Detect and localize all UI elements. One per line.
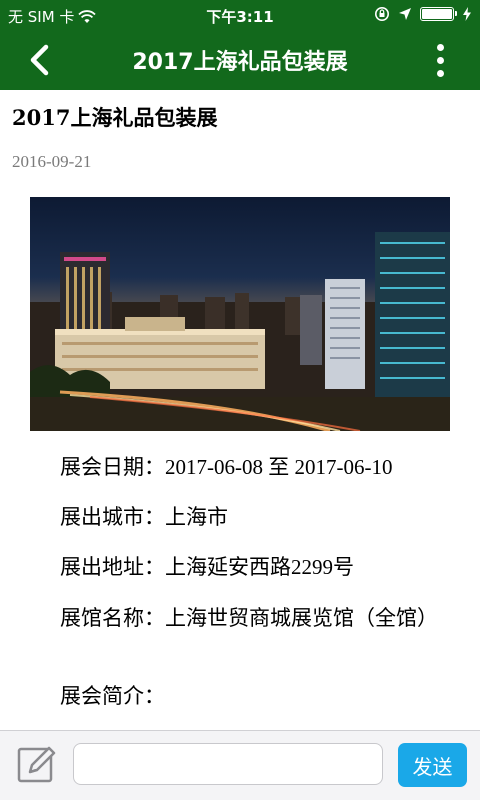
status-bar: 无 SIM 卡 下午3:11: [0, 0, 480, 30]
info-intro: 展会简介：: [60, 684, 165, 708]
article-content[interactable]: 2017上海礼品包装展 2016-09-21 展会日期：2017-06-08 至…: [0, 90, 480, 731]
more-dot-icon: [436, 69, 444, 77]
send-button[interactable]: 发送: [398, 743, 467, 787]
page-title: 2017上海礼品包装展: [132, 50, 348, 75]
info-date: 展会日期：2017-06-08 至 2017-06-10: [60, 455, 393, 479]
back-button[interactable]: [18, 38, 62, 82]
charging-icon: [463, 7, 471, 21]
status-right: [374, 6, 472, 22]
comment-bar: 发送: [0, 730, 480, 800]
comment-input[interactable]: [73, 743, 383, 785]
chevron-left-icon: [30, 44, 49, 76]
header: 无 SIM 卡 下午3:11 2017上海礼品包装展: [0, 0, 480, 90]
article-date: 2016-09-21: [12, 152, 92, 171]
article-image: [30, 197, 450, 431]
more-options-button[interactable]: [420, 40, 460, 80]
battery-icon: [420, 7, 457, 21]
compose-button[interactable]: [16, 744, 58, 786]
more-dot-icon: [436, 43, 444, 51]
info-venue: 展馆名称：上海世贸商城展览馆（全馆）: [60, 606, 438, 630]
city-night-image: [30, 197, 450, 431]
more-dot-icon: [436, 56, 444, 64]
nav-bar: 2017上海礼品包装展: [0, 30, 480, 90]
location-icon: [399, 8, 411, 20]
orientation-lock-icon: [375, 7, 389, 21]
article-title: 2017上海礼品包装展: [12, 105, 218, 130]
info-address: 展出地址：上海延安西路2299号: [60, 555, 354, 579]
info-city: 展出城市：上海市: [60, 505, 228, 529]
edit-icon: [17, 746, 56, 783]
